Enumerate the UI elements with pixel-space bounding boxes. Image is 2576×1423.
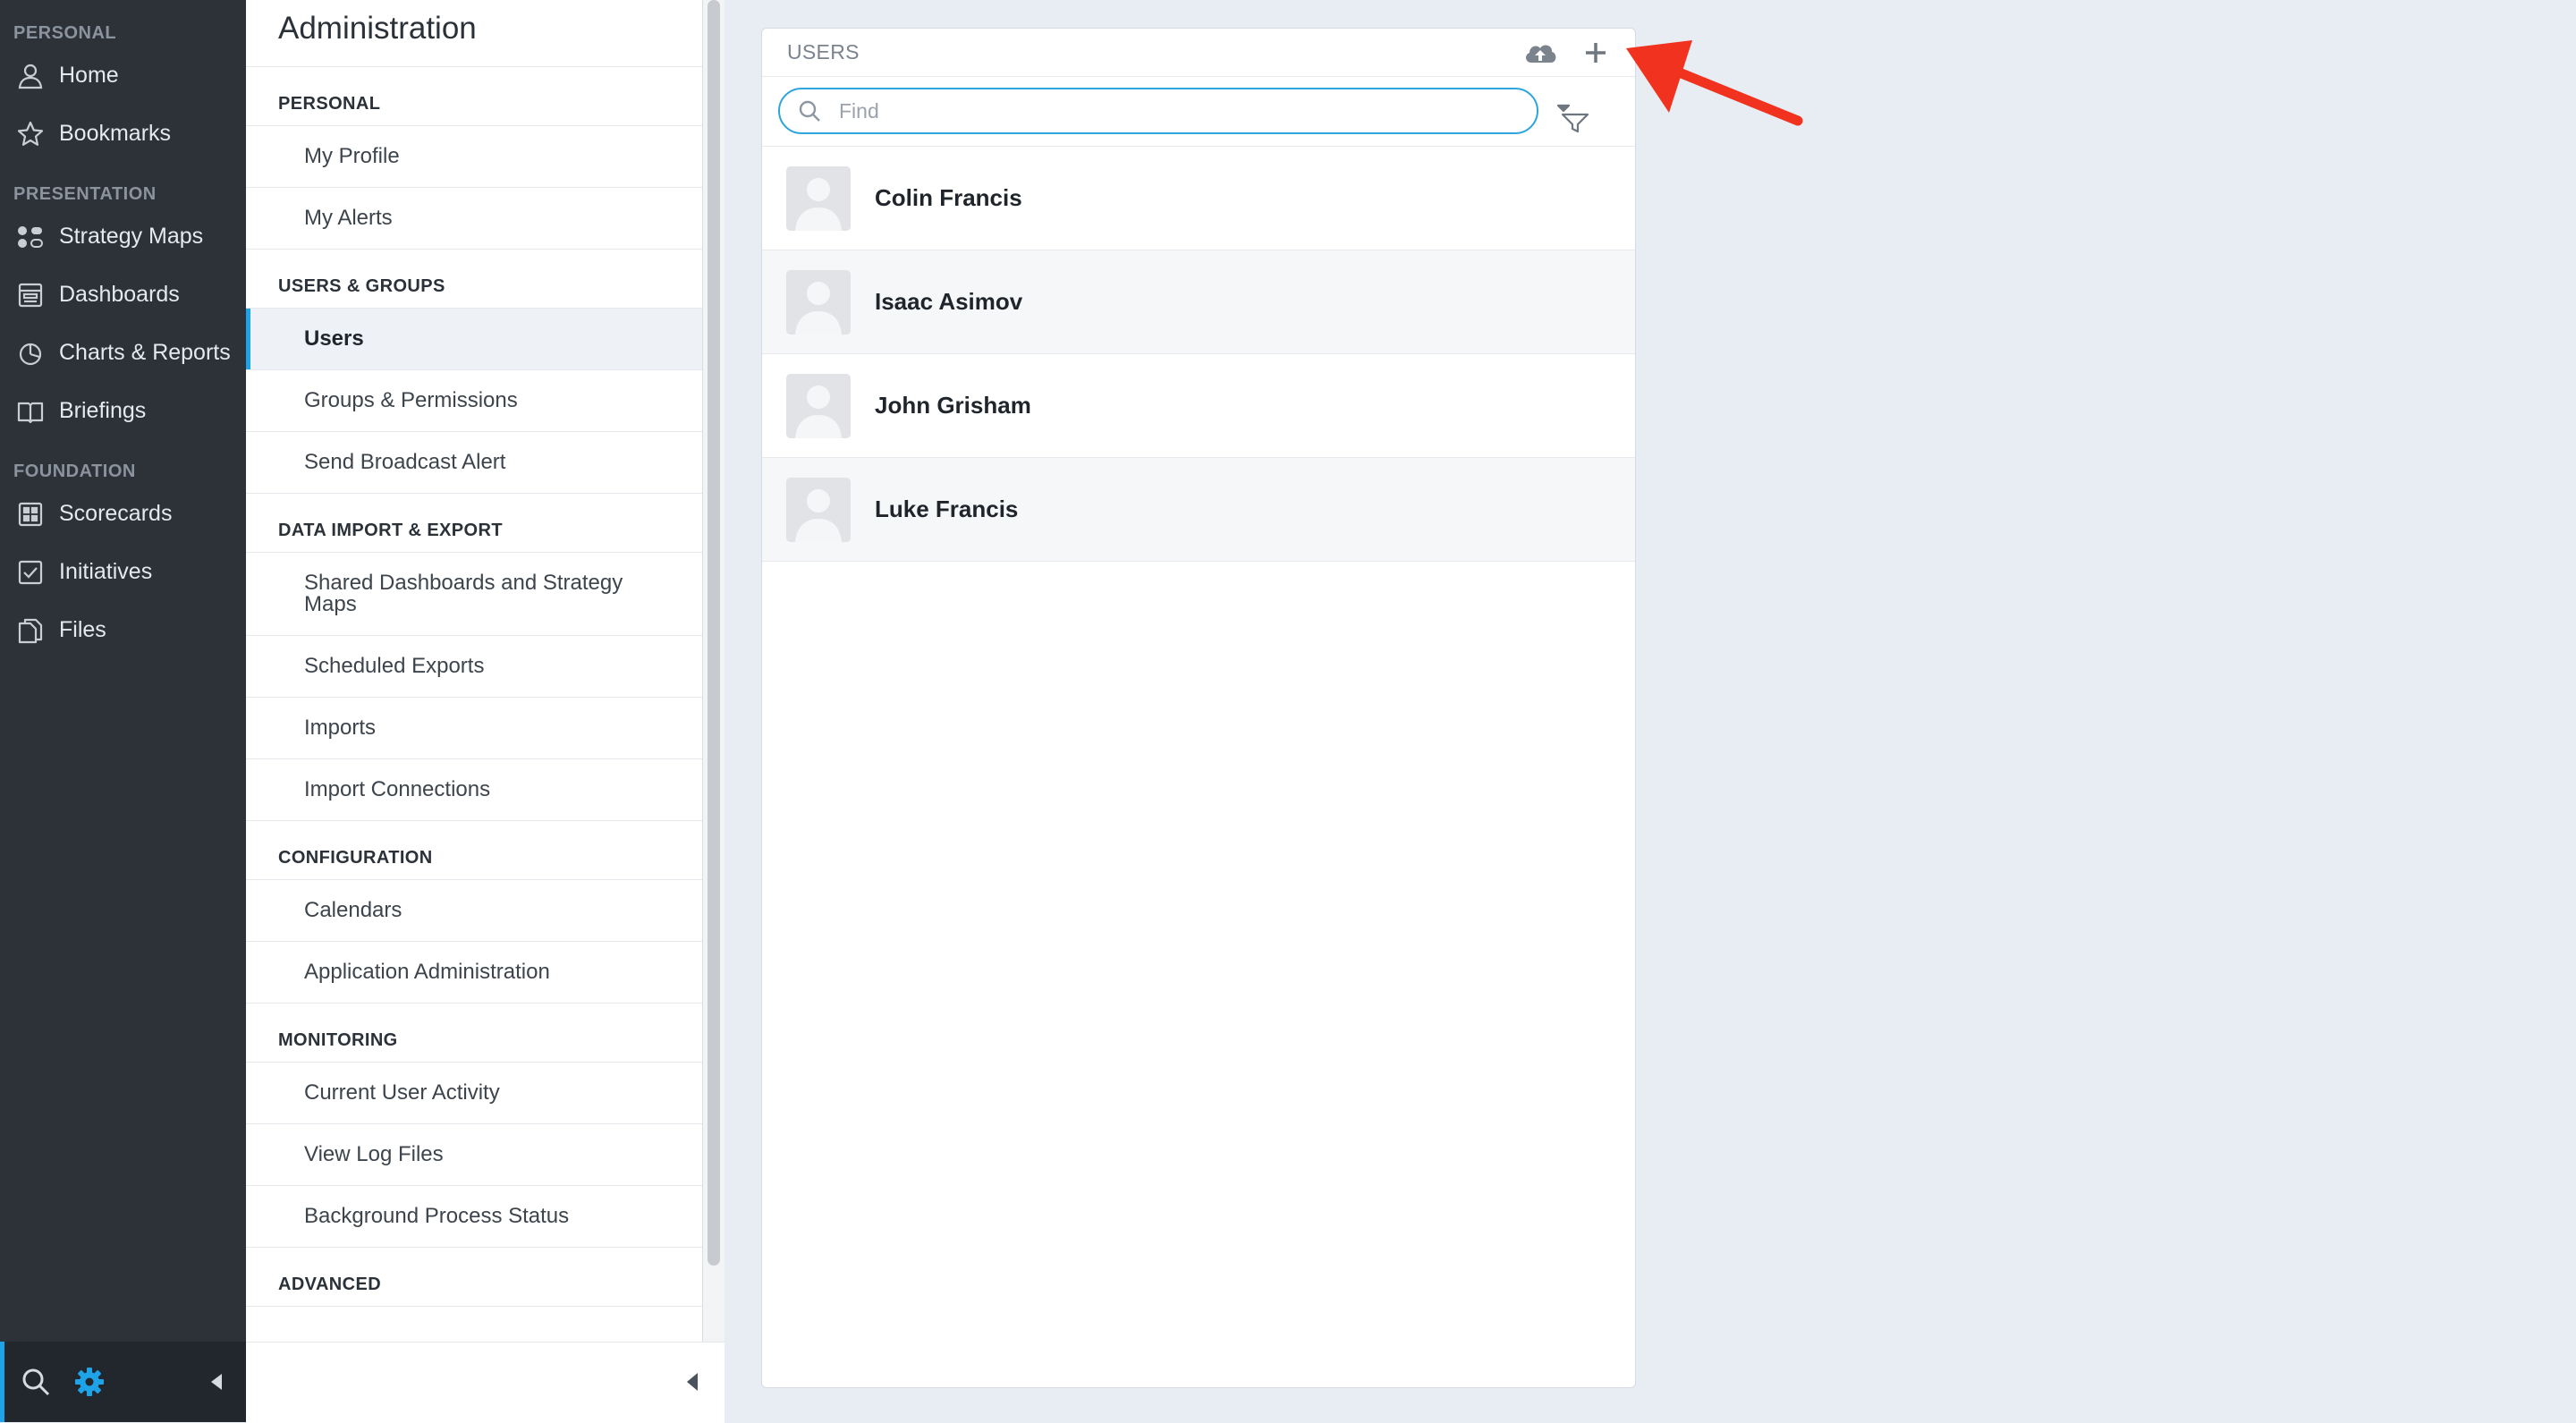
users-panel-header: USERS [762, 29, 1635, 77]
nav-item-strategy-maps[interactable]: Strategy Maps [0, 208, 246, 266]
admin-group-configuration: CONFIGURATION [246, 821, 702, 880]
cloud-upload-icon[interactable] [1522, 38, 1558, 68]
dashboard-icon [18, 283, 43, 307]
annotation-arrow [1626, 40, 1803, 126]
search-box[interactable] [778, 88, 1538, 134]
admin-menu: PERSONAL My Profile My Alerts USERS & GR… [246, 67, 702, 1337]
administration-panel: Administration PERSONAL My Profile My Al… [246, 0, 703, 1422]
add-user-button[interactable] [1582, 39, 1609, 66]
admin-item-shared-dashboards[interactable]: Shared Dashboards and Strategy Maps [246, 553, 702, 636]
admin-item-users[interactable]: Users [246, 309, 702, 370]
pie-chart-icon [19, 343, 42, 365]
gear-icon[interactable] [73, 1366, 106, 1398]
user-row[interactable]: Luke Francis [762, 458, 1635, 562]
admin-item-imports[interactable]: Imports [246, 698, 702, 759]
nav-section-personal: PERSONAL [13, 23, 117, 43]
admin-item-calendars[interactable]: Calendars [246, 880, 702, 942]
nav-item-initiatives[interactable]: Initiatives [0, 543, 246, 601]
nav-item-label: Bookmarks [59, 121, 172, 146]
main-navigation: PERSONAL Home Bookmarks PRESENTATION Str… [0, 0, 246, 1422]
admin-item-import-connections[interactable]: Import Connections [246, 759, 702, 821]
search-icon[interactable] [20, 1366, 52, 1398]
avatar [786, 165, 851, 231]
admin-item-application-administration[interactable]: Application Administration [246, 942, 702, 1004]
search-row [762, 77, 1635, 147]
admin-item-scheduled-exports[interactable]: Scheduled Exports [246, 636, 702, 698]
admin-group-monitoring: MONITORING [246, 1004, 702, 1063]
admin-item-my-profile[interactable]: My Profile [246, 126, 702, 188]
nav-item-label: Briefings [59, 398, 147, 423]
nav-item-label: Charts & Reports [59, 340, 231, 365]
nav-section-presentation: PRESENTATION [13, 184, 157, 204]
nav-item-bookmarks[interactable]: Bookmarks [0, 105, 246, 163]
default-avatar-icon [786, 373, 851, 438]
person-icon [18, 64, 43, 89]
scorecard-icon [18, 502, 43, 526]
search-icon [799, 100, 820, 122]
user-name: Luke Francis [875, 496, 1019, 522]
admin-item-current-user-activity[interactable]: Current User Activity [246, 1063, 702, 1124]
user-row[interactable]: Isaac Asimov [762, 250, 1635, 354]
nav-item-label: Home [59, 63, 119, 88]
admin-scrollbar[interactable] [703, 0, 724, 1422]
nav-item-label: Files [59, 617, 106, 642]
nav-item-scorecards[interactable]: Scorecards [0, 485, 246, 543]
user-row[interactable]: John Grisham [762, 354, 1635, 458]
nav-footer [0, 1342, 246, 1422]
nav-item-label: Initiatives [59, 559, 153, 584]
admin-scrollbar-thumb[interactable] [708, 0, 720, 1266]
nav-item-files[interactable]: Files [0, 601, 246, 659]
user-name: Colin Francis [875, 184, 1022, 211]
user-name: John Grisham [875, 392, 1031, 419]
book-icon [17, 402, 44, 423]
star-icon [17, 121, 44, 146]
default-avatar-icon [786, 269, 851, 335]
files-icon [18, 618, 43, 643]
nav-item-label: Strategy Maps [59, 224, 204, 249]
nav-footer-accent [0, 1342, 4, 1422]
nav-item-dashboards[interactable]: Dashboards [0, 266, 246, 324]
search-input[interactable] [837, 97, 1521, 124]
users-panel: USERS Colin Francis Isaac Asimov Jo [761, 28, 1636, 1388]
admin-group-data-import-export: DATA IMPORT & EXPORT [246, 494, 702, 553]
strategy-map-icon [18, 225, 43, 248]
collapse-panel-icon[interactable] [682, 1371, 703, 1393]
admin-group-advanced: ADVANCED [246, 1248, 702, 1307]
nav-item-home[interactable]: Home [0, 47, 246, 105]
user-row[interactable]: Colin Francis [762, 147, 1635, 250]
filter-icon[interactable] [1555, 102, 1590, 134]
avatar [786, 373, 851, 438]
admin-item-groups-permissions[interactable]: Groups & Permissions [246, 370, 702, 432]
nav-section-foundation: FOUNDATION [13, 462, 136, 481]
avatar [786, 477, 851, 542]
admin-item-send-broadcast-alert[interactable]: Send Broadcast Alert [246, 432, 702, 494]
nav-item-briefings[interactable]: Briefings [0, 382, 246, 440]
nav-item-label: Scorecards [59, 501, 173, 526]
admin-group-personal: PERSONAL [246, 67, 702, 126]
user-name: Isaac Asimov [875, 288, 1023, 315]
admin-footer [246, 1342, 724, 1423]
nav-item-label: Dashboards [59, 282, 180, 307]
collapse-nav-icon[interactable] [208, 1372, 225, 1392]
avatar [786, 269, 851, 335]
checkbox-icon [18, 560, 43, 584]
admin-group-users-groups: USERS & GROUPS [246, 250, 702, 309]
page-title: Administration [246, 0, 702, 67]
default-avatar-icon [786, 165, 851, 231]
users-panel-title: USERS [787, 40, 860, 64]
nav-item-charts-reports[interactable]: Charts & Reports [0, 324, 246, 382]
default-avatar-icon [786, 477, 851, 542]
admin-item-view-log-files[interactable]: View Log Files [246, 1124, 702, 1186]
admin-item-my-alerts[interactable]: My Alerts [246, 188, 702, 250]
admin-item-background-process-status[interactable]: Background Process Status [246, 1186, 702, 1248]
